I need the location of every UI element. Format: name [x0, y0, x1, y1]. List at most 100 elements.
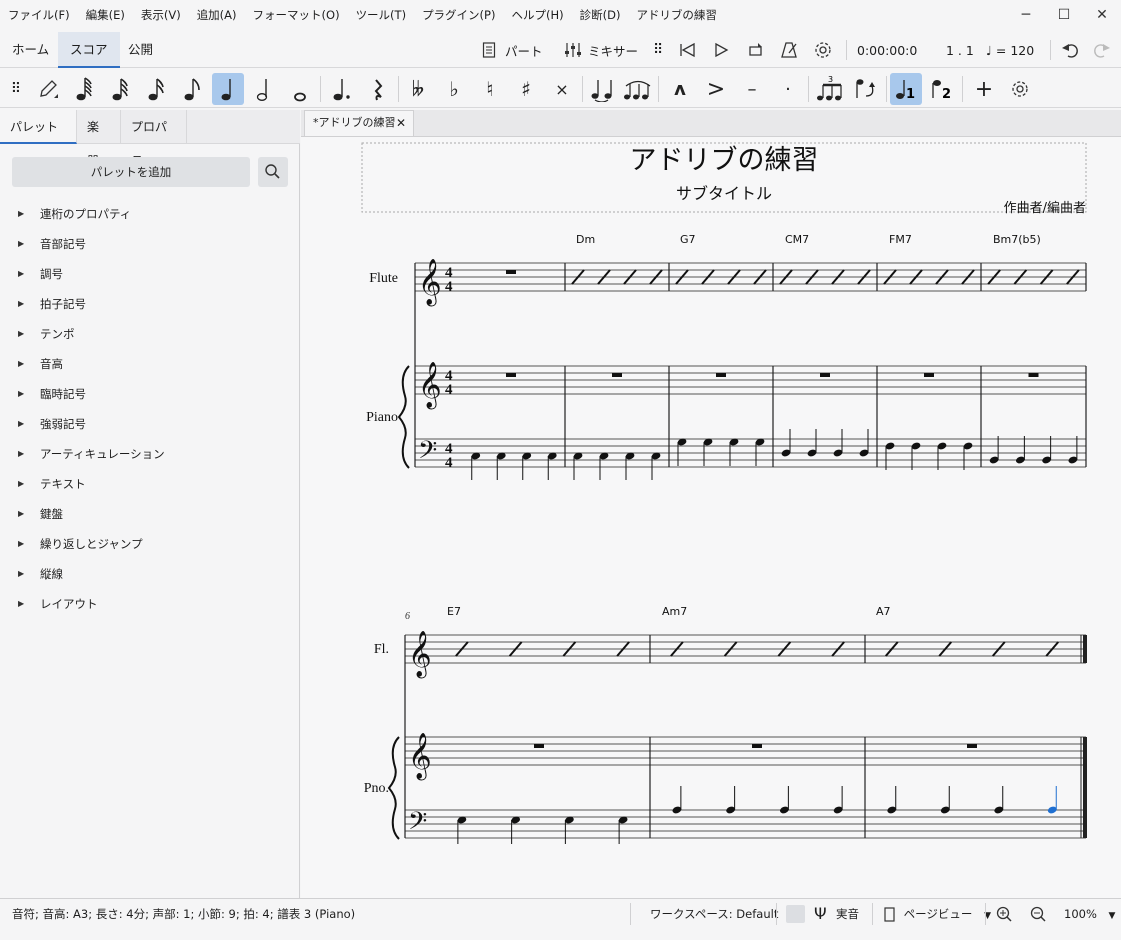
- accent-button[interactable]: >: [700, 73, 732, 105]
- drag-handle-icon[interactable]: ⠿: [653, 38, 663, 62]
- whole-rest[interactable]: [612, 373, 622, 377]
- treble-clef[interactable]: 𝄞: [408, 733, 432, 781]
- chord-symbol[interactable]: Am7: [662, 605, 687, 618]
- chevron-right-icon[interactable]: ▶: [18, 259, 24, 289]
- score-composer[interactable]: 作曲者/編曲者: [1004, 200, 1086, 216]
- duration-half-button[interactable]: [248, 73, 280, 105]
- whole-rest[interactable]: [506, 270, 516, 274]
- duration-64th-button[interactable]: [68, 73, 100, 105]
- whole-rest[interactable]: [967, 744, 977, 748]
- tab-properties[interactable]: プロパティ: [121, 110, 187, 168]
- menu-help[interactable]: ヘルプ(H): [503, 0, 571, 30]
- chevron-right-icon[interactable]: ▶: [18, 379, 24, 409]
- palette-item[interactable]: ▶ 臨時記号: [0, 379, 298, 409]
- flip-direction-button[interactable]: [850, 73, 882, 105]
- palette-item[interactable]: ▶ 鍵盤: [0, 499, 298, 529]
- tab-home[interactable]: ホーム: [0, 32, 61, 68]
- mixer-button[interactable]: ミキサー: [564, 38, 638, 62]
- treble-clef[interactable]: 𝄞: [418, 259, 442, 307]
- menu-view[interactable]: 表示(V): [133, 0, 189, 30]
- tab-score[interactable]: スコア: [58, 32, 120, 68]
- piano-brace[interactable]: [397, 365, 410, 469]
- close-button[interactable]: ✕: [1083, 0, 1121, 30]
- double-flat-button[interactable]: 𝄫: [402, 73, 434, 105]
- add-palette-button[interactable]: パレットを追加: [12, 157, 250, 187]
- time-signature[interactable]: 4: [445, 455, 453, 471]
- chevron-right-icon[interactable]: ▶: [18, 469, 24, 499]
- piano-brace[interactable]: [387, 736, 400, 840]
- chord-symbol[interactable]: CM7: [785, 233, 809, 246]
- drag-handle-icon[interactable]: ⠿: [0, 73, 32, 105]
- toolbar-settings-button[interactable]: [1004, 73, 1036, 105]
- menu-edit[interactable]: 編集(E): [78, 0, 133, 30]
- maximize-button[interactable]: ☐: [1045, 0, 1083, 30]
- whole-rest[interactable]: [752, 744, 762, 748]
- note-input-mode-button[interactable]: [32, 73, 64, 105]
- chevron-right-icon[interactable]: ▶: [18, 439, 24, 469]
- duration-eighth-button[interactable]: [176, 73, 208, 105]
- duration-whole-button[interactable]: [284, 73, 316, 105]
- voice-2-button[interactable]: 2: [926, 73, 958, 105]
- chevron-right-icon[interactable]: ▶: [18, 499, 24, 529]
- menu-tools[interactable]: ツール(T): [348, 0, 415, 30]
- chevron-right-icon[interactable]: ▶: [18, 559, 24, 589]
- redo-button[interactable]: [1091, 38, 1111, 62]
- palette-item[interactable]: ▶ テンポ: [0, 319, 298, 349]
- chord-symbol[interactable]: E7: [447, 605, 461, 618]
- whole-rest[interactable]: [506, 373, 516, 377]
- tenuto-button[interactable]: –: [736, 73, 768, 105]
- undo-button[interactable]: [1061, 38, 1081, 62]
- chevron-right-icon[interactable]: ▶: [18, 589, 24, 619]
- zoom-selector[interactable]: 100% ▼: [1064, 899, 1115, 929]
- palette-item[interactable]: ▶ 縦線: [0, 559, 298, 589]
- zoom-out-button[interactable]: [1029, 899, 1047, 929]
- close-tab-icon[interactable]: ✕: [396, 111, 406, 135]
- minimize-button[interactable]: ─: [1007, 0, 1045, 30]
- chord-symbol[interactable]: G7: [680, 233, 696, 246]
- voice-1-button[interactable]: 1: [890, 73, 922, 105]
- treble-clef[interactable]: 𝄞: [418, 362, 442, 410]
- time-signature[interactable]: 4: [445, 382, 453, 398]
- palette-item[interactable]: ▶ 拍子記号: [0, 289, 298, 319]
- playback-settings-button[interactable]: [813, 38, 833, 62]
- palette-item[interactable]: ▶ アーティキュレーション: [0, 439, 298, 469]
- palette-item[interactable]: ▶ 繰り返しとジャンプ: [0, 529, 298, 559]
- chevron-right-icon[interactable]: ▶: [18, 349, 24, 379]
- zoom-in-button[interactable]: [995, 899, 1013, 929]
- rewind-button[interactable]: [678, 38, 698, 62]
- palette-item[interactable]: ▶ テキスト: [0, 469, 298, 499]
- chord-symbol[interactable]: Dm: [576, 233, 595, 246]
- palette-search-button[interactable]: [258, 157, 288, 187]
- augmentation-dot-button[interactable]: [326, 73, 358, 105]
- instrument-name-pno[interactable]: Pno.: [364, 781, 389, 796]
- duration-quarter-button[interactable]: [212, 73, 244, 105]
- tuplet-button[interactable]: 3: [814, 73, 846, 105]
- natural-button[interactable]: ♮: [474, 73, 506, 105]
- tab-instruments[interactable]: 楽器: [77, 110, 121, 168]
- menu-diagnostic[interactable]: 診断(D): [572, 0, 629, 30]
- menu-plugins[interactable]: プラグイン(P): [414, 0, 503, 30]
- concert-pitch-label[interactable]: 実音: [836, 899, 859, 929]
- menu-file[interactable]: ファイル(F): [0, 0, 78, 30]
- tie-button[interactable]: [586, 73, 618, 105]
- chevron-right-icon[interactable]: ▶: [18, 529, 24, 559]
- sharp-button[interactable]: ♯: [510, 73, 542, 105]
- rest-button[interactable]: [362, 73, 394, 105]
- score-title[interactable]: アドリブの練習: [630, 145, 819, 176]
- instrument-name-flute[interactable]: Flute: [369, 271, 398, 286]
- marcato-button[interactable]: ʌ: [664, 73, 696, 105]
- double-sharp-button[interactable]: ×: [546, 73, 578, 105]
- staccato-button[interactable]: ·: [772, 73, 804, 105]
- add-button[interactable]: +: [968, 73, 1000, 105]
- play-button[interactable]: [712, 38, 730, 62]
- chevron-right-icon[interactable]: ▶: [18, 289, 24, 319]
- slur-button[interactable]: [622, 73, 654, 105]
- score-canvas[interactable]: アドリブの練習 サブタイトル 作曲者/編曲者 Flute Piano 6 Fl.…: [301, 137, 1121, 898]
- palette-item[interactable]: ▶ 調号: [0, 259, 298, 289]
- whole-rest[interactable]: [1028, 373, 1039, 377]
- flat-button[interactable]: ♭: [438, 73, 470, 105]
- chord-symbol[interactable]: FM7: [889, 233, 912, 246]
- bass-clef[interactable]: 𝄢: [418, 436, 437, 471]
- document-tab[interactable]: *アドリブの練習 ✕: [304, 110, 414, 136]
- instrument-name-fl[interactable]: Fl.: [374, 642, 389, 657]
